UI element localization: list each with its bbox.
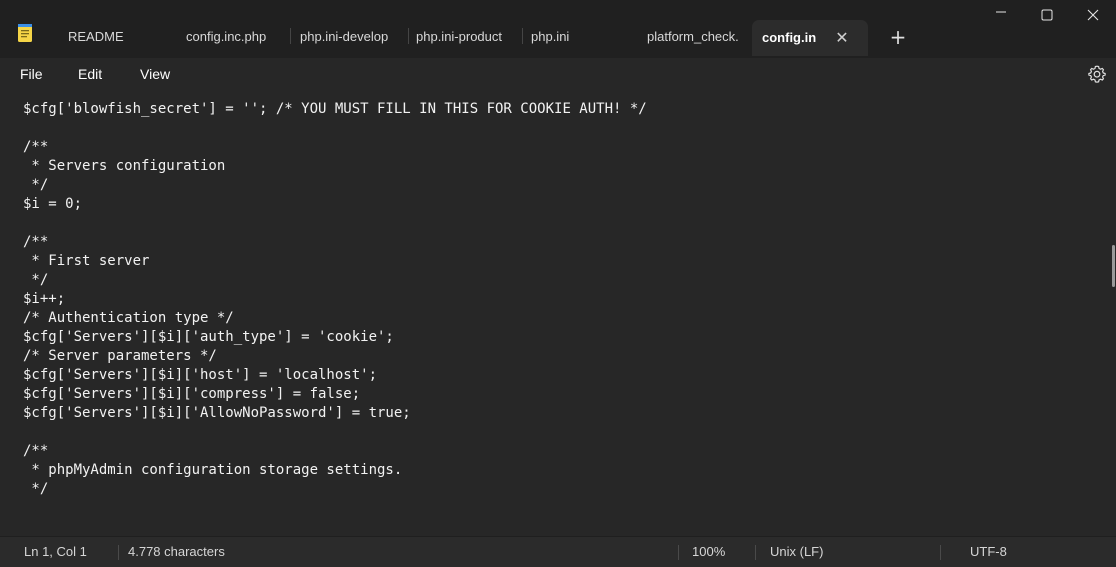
- code-line: /**: [23, 443, 49, 459]
- code-line: $cfg['Servers'][$i]['compress'] = false;: [23, 386, 361, 402]
- line-ending[interactable]: Unix (LF): [770, 537, 823, 567]
- status-separator: [940, 545, 941, 560]
- menu-edit[interactable]: Edit: [78, 58, 102, 90]
- menu-view[interactable]: View: [140, 58, 170, 90]
- tab-config-inc-php[interactable]: config.inc.php: [186, 22, 286, 52]
- code-line: * Servers configuration: [23, 158, 226, 174]
- notepad-app-icon: [18, 24, 32, 42]
- code-line: * First server: [23, 253, 150, 269]
- tab-php-ini[interactable]: php.ini: [531, 22, 631, 52]
- code-line: */: [23, 272, 49, 288]
- zoom-level[interactable]: 100%: [692, 537, 725, 567]
- encoding[interactable]: UTF-8: [970, 537, 1007, 567]
- character-count: 4.778 characters: [128, 544, 225, 559]
- cursor-position[interactable]: Ln 1, Col 1: [24, 537, 87, 567]
- tab-platform-check[interactable]: platform_check.: [647, 22, 751, 52]
- tab-php-ini-development[interactable]: php.ini-develop: [300, 22, 404, 52]
- code-line: /**: [23, 139, 49, 155]
- code-line: $cfg['Servers'][$i]['AllowNoPassword'] =…: [23, 405, 411, 421]
- tab-separator: [290, 28, 291, 44]
- minimize-icon[interactable]: [978, 0, 1024, 32]
- code-line: /**: [23, 234, 49, 250]
- tab-php-ini-production[interactable]: php.ini-product: [416, 22, 520, 52]
- code-line: /* Authentication type */: [23, 310, 234, 326]
- code-line: $cfg['Servers'][$i]['auth_type'] = 'cook…: [23, 329, 394, 345]
- tab-active-label: config.in: [762, 30, 817, 45]
- code-line: $i++;: [23, 291, 66, 307]
- tab-separator: [522, 28, 523, 44]
- status-separator: [118, 545, 119, 560]
- code-line: /* Server parameters */: [23, 348, 217, 364]
- maximize-icon[interactable]: [1024, 0, 1070, 32]
- code-line: * phpMyAdmin configuration storage setti…: [23, 462, 403, 478]
- status-separator: [678, 545, 679, 560]
- code-line: $cfg['blowfish_secret'] = ''; /* YOU MUS…: [23, 101, 647, 117]
- title-bar: README config.inc.php php.ini-develop ph…: [0, 0, 1116, 58]
- new-tab-button[interactable]: +: [884, 22, 912, 52]
- status-separator: [755, 545, 756, 560]
- settings-gear-icon[interactable]: [1087, 64, 1107, 84]
- vertical-scrollbar[interactable]: [1112, 245, 1115, 287]
- code-line: $i = 0;: [23, 196, 83, 212]
- tab-separator: [408, 28, 409, 44]
- close-tab-icon[interactable]: ✕: [829, 20, 855, 56]
- menu-bar: File Edit View: [0, 58, 1116, 90]
- menu-file[interactable]: File: [20, 58, 43, 90]
- tab-readme[interactable]: README: [68, 22, 168, 52]
- close-window-icon[interactable]: [1070, 0, 1116, 32]
- code-line: $cfg['Servers'][$i]['host'] = 'localhost…: [23, 367, 378, 383]
- code-line: */: [23, 177, 49, 193]
- text-editor[interactable]: $cfg['blowfish_secret'] = ''; /* YOU MUS…: [0, 90, 1116, 536]
- code-line: */: [23, 481, 49, 497]
- status-bar: Ln 1, Col 1 4.778 characters 100% Unix (…: [0, 536, 1116, 567]
